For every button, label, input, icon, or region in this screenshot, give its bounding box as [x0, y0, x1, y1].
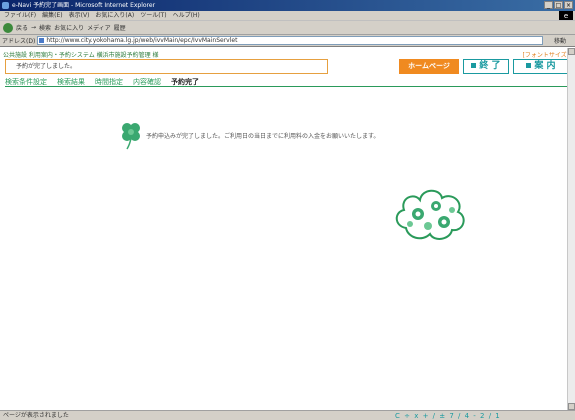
corner-marker-icon — [471, 63, 477, 68]
notice-text: 予約申込みが完了しました。ご利用日の当日までに利用料の入金をお願いいたします。 — [146, 133, 380, 140]
go-button[interactable]: 移動 — [545, 36, 575, 45]
completion-notice: 予約申込みが完了しました。ご利用日の当日までに利用料の入金をお願いいたします。 — [118, 120, 478, 150]
menu-item-view[interactable]: 表示(V) — [69, 11, 90, 20]
flower-cloud-illustration — [395, 189, 465, 240]
favorites-button[interactable]: お気に入り — [54, 23, 84, 32]
vertical-scrollbar[interactable] — [567, 48, 575, 410]
window-title: e-Navi 予約完了画面 - Microsoft Internet Explo… — [12, 2, 156, 9]
clover-icon — [122, 123, 140, 150]
guide-button-label: 案 内 — [534, 61, 556, 71]
finish-button[interactable]: 終 了 — [463, 59, 509, 74]
corner-marker-icon — [526, 63, 532, 68]
history-button[interactable]: 履歴 — [114, 23, 126, 32]
maximize-button[interactable]: □ — [554, 1, 563, 9]
minimize-button[interactable]: _ — [544, 1, 553, 9]
back-button[interactable]: 戻る — [16, 23, 28, 32]
status-ruler: C ÷ x + / ± 7 / 4 - 2 / 1 — [395, 412, 501, 420]
forward-button[interactable]: → — [31, 24, 36, 31]
homepage-button[interactable]: ホームページ — [399, 59, 459, 74]
menu-item-tools[interactable]: ツール(T) — [140, 11, 166, 20]
guide-button[interactable]: 案 内 — [513, 59, 569, 74]
scroll-down-arrow-icon[interactable] — [568, 403, 575, 410]
ie-window-icon — [2, 2, 9, 9]
font-size-link[interactable]: [フォントサイズ] — [522, 50, 569, 59]
scroll-up-arrow-icon[interactable] — [568, 48, 575, 55]
menu-item-help[interactable]: ヘルプ(H) — [173, 11, 200, 20]
status-bar: ページが表示されました C ÷ x + / ± 7 / 4 - 2 / 1 — [0, 410, 575, 420]
status-text: ページが表示されました — [3, 412, 69, 419]
media-button[interactable]: メディア — [87, 23, 111, 32]
page-icon — [39, 38, 45, 43]
close-button[interactable]: × — [564, 1, 573, 9]
menu-item-file[interactable]: ファイル(F) — [4, 11, 36, 20]
finish-button-label: 終 了 — [479, 61, 501, 71]
steps-divider — [5, 86, 570, 87]
browser-toolbar: 戻る → 検索 お気に入り メディア 履歴 — [0, 21, 575, 35]
search-button[interactable]: 検索 — [39, 23, 51, 32]
address-input[interactable]: http://www.city.yokohama.lg.jp/web/ivvMa… — [37, 36, 543, 45]
window-titlebar[interactable]: e-Navi 予約完了画面 - Microsoft Internet Explo… — [0, 0, 575, 11]
menu-bar: ファイル(F) 編集(E) 表示(V) お気に入り(A) ツール(T) ヘルプ(… — [0, 11, 575, 21]
back-arrow-icon[interactable] — [3, 22, 13, 33]
address-url: http://www.city.yokohama.lg.jp/web/ivvMa… — [46, 37, 238, 44]
windows-logo-icon: e — [559, 11, 573, 20]
menu-item-favorites[interactable]: お気に入り(A) — [95, 11, 134, 20]
menu-item-edit[interactable]: 編集(E) — [42, 11, 62, 20]
address-label: アドレス(D) — [2, 38, 36, 45]
address-bar: アドレス(D) http://www.city.yokohama.lg.jp/w… — [0, 35, 575, 47]
page-content: 公共施設 利用案内・予約システム 横浜市施設予約管理 様 [フォントサイズ] 予… — [0, 48, 575, 410]
status-message: 予約が完了しました。 — [5, 59, 328, 74]
breadcrumb: 公共施設 利用案内・予約システム 横浜市施設予約管理 様 — [3, 52, 159, 59]
